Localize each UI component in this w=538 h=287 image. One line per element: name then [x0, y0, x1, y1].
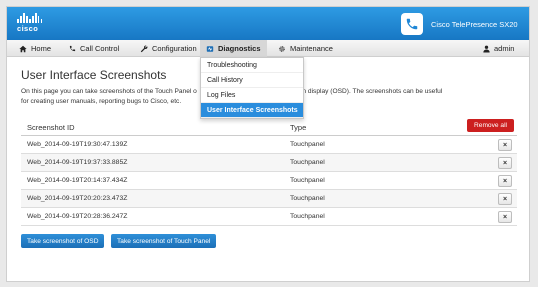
- diagnostics-dropdown: Troubleshooting Call History Log Files U…: [200, 57, 304, 119]
- main-nav: Home Call Control Configuration Diagnost…: [7, 40, 529, 57]
- logo-text: cisco: [17, 24, 39, 33]
- nav-maintenance-label: Maintenance: [290, 44, 333, 53]
- screenshot-id: Web_2014-09-19T20:28:36.247Z: [27, 213, 128, 220]
- home-icon: [19, 45, 27, 52]
- cisco-bars-icon: [17, 13, 47, 23]
- description-line1-left: On this page you can take screenshots of…: [21, 88, 197, 95]
- user-name: admin: [494, 44, 515, 53]
- screenshot-touch-panel-button[interactable]: Take screenshot of Touch Panel: [111, 234, 217, 248]
- screenshots-table: Screenshot ID Type Remove all Web_2014-0…: [21, 117, 517, 226]
- col-screenshot-id: Screenshot ID: [27, 123, 75, 132]
- screenshot-type: Touchpanel: [290, 195, 325, 202]
- nav-call-control[interactable]: Call Control: [63, 40, 125, 57]
- screenshot-id: Web_2014-09-19T20:20:23.473Z: [27, 195, 128, 202]
- screenshot-type: Touchpanel: [290, 177, 325, 184]
- table-row: Web_2014-09-19T20:28:36.247Z Touchpanel …: [21, 208, 517, 226]
- header-bar: cisco Cisco TelePresence SX20: [7, 7, 529, 40]
- menu-item-troubleshooting[interactable]: Troubleshooting: [201, 58, 303, 73]
- phone-icon: [401, 13, 423, 35]
- user-icon: [483, 45, 490, 52]
- delete-screenshot-button[interactable]: ×: [498, 139, 512, 151]
- screenshot-type: Touchpanel: [290, 159, 325, 166]
- menu-item-call-history[interactable]: Call History: [201, 73, 303, 88]
- screenshot-type: Touchpanel: [290, 213, 325, 220]
- nav-home[interactable]: Home: [13, 40, 57, 57]
- delete-screenshot-button[interactable]: ×: [498, 175, 512, 187]
- table-row: Web_2014-09-19T20:14:37.434Z Touchpanel …: [21, 172, 517, 190]
- nav-call-control-label: Call Control: [80, 44, 120, 53]
- nav-configuration-label: Configuration: [152, 44, 197, 53]
- nav-home-label: Home: [31, 44, 52, 53]
- page-title: User Interface Screenshots: [21, 68, 167, 82]
- screenshot-type: Touchpanel: [290, 141, 325, 148]
- menu-item-log-files[interactable]: Log Files: [201, 88, 303, 103]
- col-type: Type: [290, 123, 307, 132]
- app-window: cisco Cisco TelePresence SX20 Home Call …: [6, 6, 530, 282]
- nav-diagnostics[interactable]: Diagnostics: [200, 40, 267, 57]
- remove-all-button[interactable]: Remove all: [467, 119, 514, 132]
- stethoscope-icon: [206, 45, 214, 52]
- screenshot-id: Web_2014-09-19T19:30:47.139Z: [27, 141, 128, 148]
- menu-item-user-interface-screenshots[interactable]: User Interface Screenshots: [201, 103, 303, 118]
- delete-screenshot-button[interactable]: ×: [498, 211, 512, 223]
- table-row: Web_2014-09-19T19:37:33.885Z Touchpanel …: [21, 154, 517, 172]
- screenshot-id: Web_2014-09-19T20:14:37.434Z: [27, 177, 128, 184]
- screenshot-osd-button[interactable]: Take screenshot of OSD: [21, 234, 105, 248]
- cisco-logo: cisco: [17, 13, 47, 35]
- table-header: Screenshot ID Type Remove all: [21, 117, 517, 136]
- phone-small-icon: [69, 45, 76, 52]
- nav-diagnostics-label: Diagnostics: [218, 44, 261, 53]
- wrench-icon: [140, 45, 148, 52]
- delete-screenshot-button[interactable]: ×: [498, 157, 512, 169]
- table-row: Web_2014-09-19T20:20:23.473Z Touchpanel …: [21, 190, 517, 208]
- delete-screenshot-button[interactable]: ×: [498, 193, 512, 205]
- user-menu[interactable]: admin: [477, 40, 520, 57]
- gear-icon: [279, 45, 285, 52]
- table-row: Web_2014-09-19T19:30:47.139Z Touchpanel …: [21, 136, 517, 154]
- nav-configuration[interactable]: Configuration: [134, 40, 203, 57]
- screenshot-id: Web_2014-09-19T19:37:33.885Z: [27, 159, 128, 166]
- product-name: Cisco TelePresence SX20: [431, 20, 518, 29]
- nav-maintenance[interactable]: Maintenance: [272, 40, 339, 57]
